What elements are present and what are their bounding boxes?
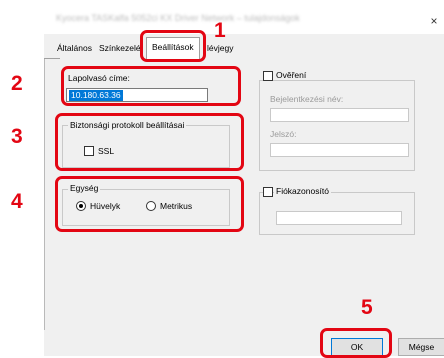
close-icon[interactable]: × [426, 14, 442, 28]
step-number-1: 1 [214, 19, 226, 42]
tab-color-management[interactable]: Színkezelé [96, 40, 144, 56]
authentication-label: Ověření [274, 70, 309, 80]
tab-general[interactable]: Általános [54, 40, 95, 56]
step-number-3: 3 [11, 125, 23, 148]
login-name-input[interactable] [270, 108, 409, 122]
account-id-input[interactable] [276, 211, 402, 225]
account-id-label: Fiókazonosító [274, 186, 331, 196]
authentication-checkbox[interactable] [263, 71, 273, 81]
login-name-label: Bejelentkezési név: [270, 94, 344, 104]
password-input[interactable] [270, 143, 409, 157]
password-label: Jelszó: [270, 129, 297, 139]
step-number-2: 2 [11, 72, 23, 95]
account-id-checkbox[interactable] [263, 187, 273, 197]
step-number-5: 5 [361, 296, 373, 319]
step-number-4: 4 [11, 190, 23, 213]
step-5-highlight [320, 328, 392, 358]
cancel-button[interactable]: Mégse [398, 338, 444, 356]
dialog-title: Kyocera TASKalfa 5052ci KX Driver Networ… [56, 13, 300, 23]
step-3-highlight [55, 113, 244, 171]
tab-settings[interactable]: Beállítások [146, 37, 200, 59]
step-4-highlight [55, 176, 244, 232]
step-2-highlight [61, 66, 241, 106]
tab-about[interactable]: lévjegy [204, 40, 236, 56]
